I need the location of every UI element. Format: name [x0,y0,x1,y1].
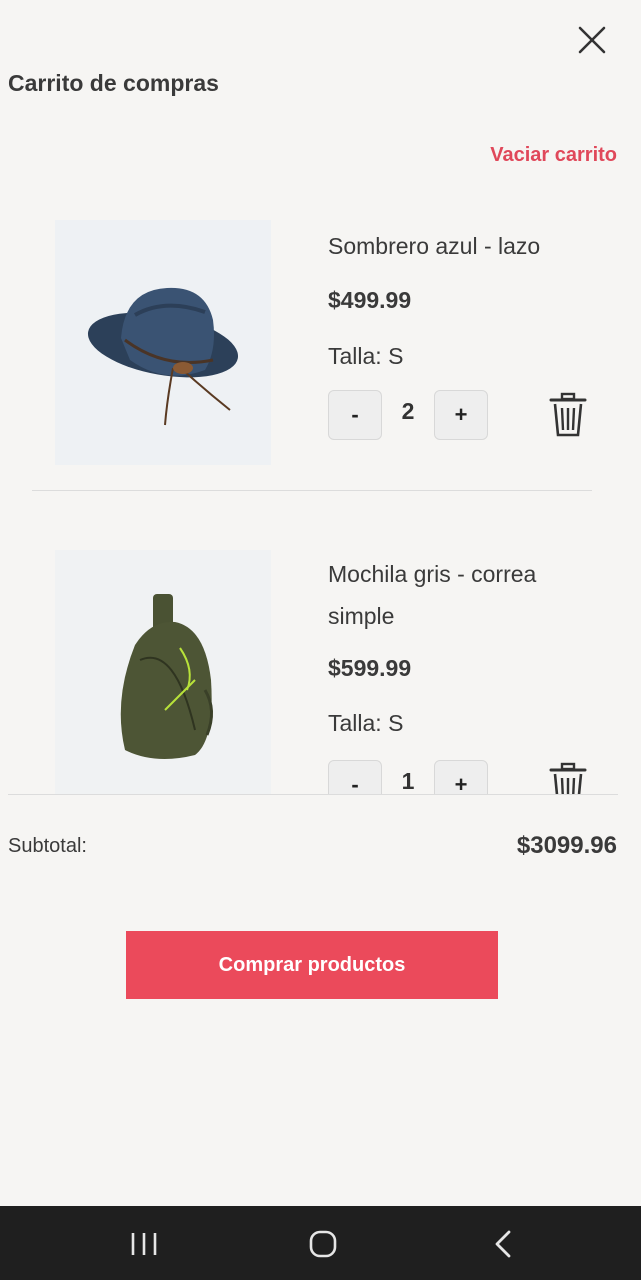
quantity-value: 2 [401,398,415,424]
close-icon [578,26,606,54]
increase-quantity-button[interactable]: + [434,390,488,440]
subtotal-value: $3099.96 [516,832,617,859]
recent-apps-icon [131,1233,157,1255]
back-button[interactable] [483,1224,523,1264]
increase-quantity-button[interactable]: + [434,760,488,794]
close-button[interactable] [572,20,612,60]
product-name: Sombrero azul - lazo [328,233,541,259]
quantity-value: 1 [401,768,415,794]
summary-divider [8,794,618,795]
home-icon [309,1230,337,1258]
product-image [55,550,271,794]
item-divider [32,490,592,491]
system-navigation-bar [0,1206,641,1280]
product-size: Talla: S [328,343,404,369]
decrease-quantity-button[interactable]: - [328,390,382,440]
buy-products-button[interactable]: Comprar productos [126,931,498,999]
decrease-quantity-button[interactable]: - [328,760,382,794]
back-icon [495,1230,511,1258]
clear-cart-link[interactable]: Vaciar carrito [490,144,617,167]
product-image [55,220,271,465]
recent-apps-button[interactable] [124,1224,164,1264]
remove-item-button[interactable] [548,392,588,438]
product-price: $499.99 [328,287,412,313]
subtotal-label: Subtotal: [8,835,87,857]
product-price: $599.99 [328,655,412,681]
quantity-stepper: - 2 + [328,390,598,442]
cart-items-list[interactable]: Sombrero azul - lazo $499.99 Talla: S - … [0,195,641,794]
trash-icon [549,762,587,794]
remove-item-button[interactable] [548,762,588,794]
product-size: Talla: S [328,710,404,736]
page-title: Carrito de compras [8,70,219,96]
product-name: Mochila gris - correa simple [328,561,537,629]
trash-icon [549,392,587,437]
quantity-stepper: - 1 + [328,760,598,794]
home-button[interactable] [303,1224,343,1264]
